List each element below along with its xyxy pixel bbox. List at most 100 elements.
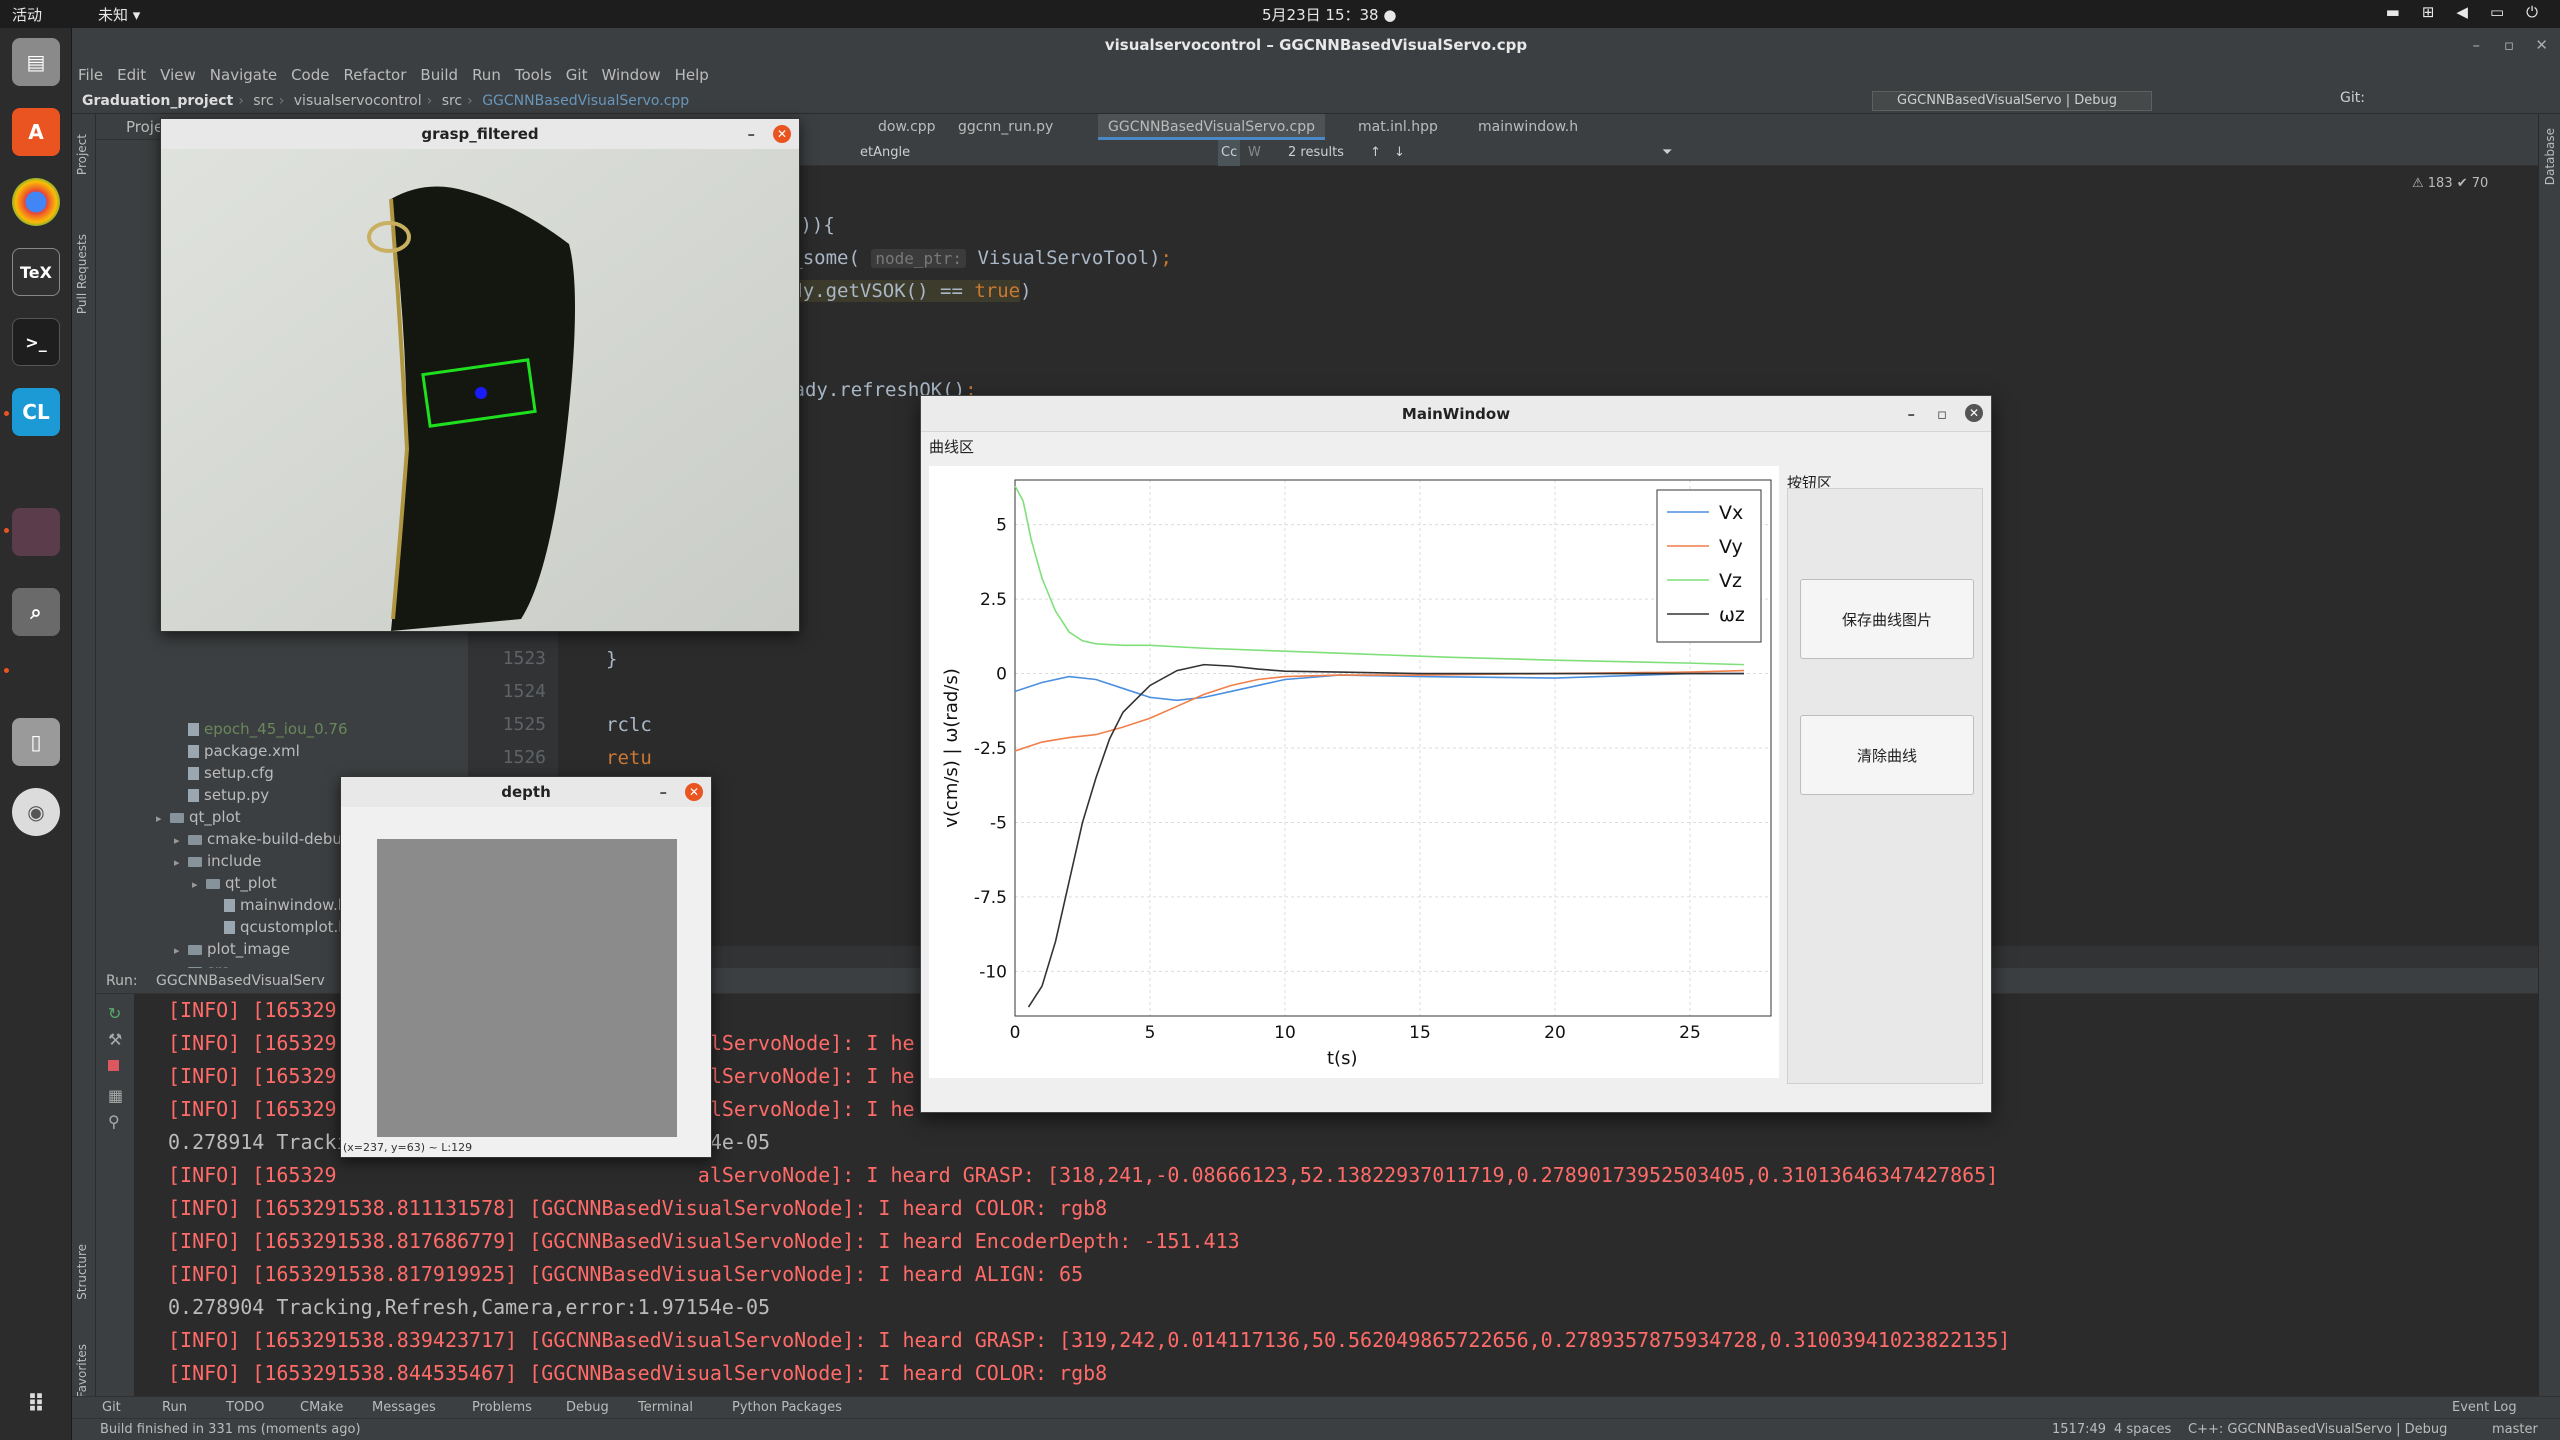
minimize-icon[interactable]: – — [1908, 396, 1916, 432]
minimize-icon[interactable]: – — [2473, 28, 2481, 62]
pin-icon[interactable]: ⚲ — [108, 1112, 120, 1131]
menu-navigate[interactable]: Navigate — [210, 62, 277, 88]
save-curve-image-button[interactable]: 保存曲线图片 — [1800, 579, 1974, 659]
tool-tab-run[interactable]: Run — [162, 1397, 187, 1419]
tab-window-cpp[interactable]: dow.cpp — [868, 114, 946, 140]
tree-expand-icon[interactable]: ▸ — [156, 808, 170, 830]
database-tool-button[interactable]: Database — [2543, 128, 2557, 185]
words-toggle[interactable]: W — [1248, 140, 1261, 166]
close-icon[interactable]: ✕ — [1965, 404, 1983, 422]
search-icon[interactable]: ⌕ — [12, 588, 60, 636]
inspection-widget[interactable]: ⚠ 183 ✔ 70 — [2412, 176, 2488, 191]
plot-area[interactable]: 0 5 10 15 20 25 5 2.5 0 -2.5 -5 -7.5 -10 t(s) v(cm/s… — [929, 466, 1779, 1078]
tool-tab-todo[interactable]: TODO — [226, 1397, 264, 1419]
tab-ggcnnbasedvisualservo-cpp[interactable]: GGCNNBasedVisualServo.cpp — [1098, 114, 1325, 140]
tree-expand-icon[interactable]: ▸ — [174, 852, 188, 874]
git-branch[interactable]: master — [2492, 1419, 2538, 1440]
menu-edit[interactable]: Edit — [117, 62, 146, 88]
menu-git[interactable]: Git — [566, 62, 588, 88]
pull-requests-tool-button[interactable]: Pull Requests — [75, 234, 89, 314]
network-icon[interactable]: ⊞ — [2422, 3, 2435, 21]
close-icon[interactable]: ✕ — [2535, 28, 2548, 62]
menu-help[interactable]: Help — [675, 62, 709, 88]
system-tray[interactable]: ▬ ⊞ ◀ ▭ ⏻ — [2386, 3, 2538, 21]
chrome-icon[interactable] — [12, 178, 60, 226]
minimize-icon[interactable]: – — [660, 777, 668, 807]
breadcrumb-src2[interactable]: src — [442, 93, 462, 109]
clock[interactable]: 5月23日 15：38 ● — [1262, 4, 1396, 25]
stop-icon[interactable] — [108, 1060, 119, 1071]
menu-window[interactable]: Window — [601, 62, 660, 88]
tree-folder[interactable]: ▸ cmake-build-debug — [174, 828, 351, 850]
tree-file[interactable]: epoch_45_iou_0.76 — [174, 718, 348, 740]
power-icon[interactable]: ⏻ — [2526, 3, 2538, 21]
tree-expand-icon[interactable]: ▸ — [174, 830, 188, 852]
tab-mat-inl-hpp[interactable]: mat.inl.hpp — [1348, 114, 1448, 140]
build-status[interactable]: Build finished in 331 ms (moments ago) — [100, 1419, 361, 1440]
depth-image[interactable] — [377, 839, 677, 1137]
menu-tools[interactable]: Tools — [515, 62, 552, 88]
tool-tab-event-log[interactable]: Event Log — [2452, 1397, 2517, 1419]
show-apps-icon[interactable]: ⠿ — [12, 1380, 60, 1428]
texmaker-icon[interactable]: TeX — [12, 248, 60, 296]
disc-icon[interactable]: ◉ — [12, 788, 60, 836]
tool-tab-problems[interactable]: Problems — [472, 1397, 532, 1419]
wrench-icon[interactable]: ⚒ — [108, 1030, 122, 1049]
tree-file[interactable]: mainwindow.h — [210, 894, 347, 916]
activities-button[interactable]: 活动 — [12, 4, 42, 25]
prev-occurrence-icon[interactable]: ↑ — [1370, 140, 1381, 166]
maximize-icon[interactable]: ▫ — [2504, 28, 2514, 62]
tree-folder[interactable]: ▸ qt_plot — [192, 872, 277, 894]
breadcrumb-package[interactable]: visualservocontrol — [294, 93, 422, 109]
tree-file[interactable]: package.xml — [174, 740, 300, 762]
menu-code[interactable]: Code — [291, 62, 329, 88]
layout-icon[interactable]: ▦ — [108, 1086, 123, 1105]
tree-expand-icon[interactable]: ▸ — [192, 874, 206, 896]
tree-expand-icon[interactable]: ▸ — [174, 940, 188, 962]
next-occurrence-icon[interactable]: ↓ — [1394, 140, 1405, 166]
breadcrumb-file[interactable]: GGCNNBasedVisualServo.cpp — [482, 93, 689, 109]
structure-tool-button[interactable]: Structure — [75, 1244, 89, 1300]
tool-tab-terminal[interactable]: Terminal — [638, 1397, 693, 1419]
tree-file[interactable]: setup.cfg — [174, 762, 274, 784]
maximize-icon[interactable]: ▫ — [1937, 396, 1947, 432]
active-app-icon[interactable] — [12, 508, 60, 556]
minimize-icon[interactable]: – — [748, 119, 756, 149]
caret-position[interactable]: 1517:49 — [2052, 1419, 2106, 1440]
tool-tab-python-packages[interactable]: Python Packages — [732, 1397, 842, 1419]
tab-mainwindow-h[interactable]: mainwindow.h — [1468, 114, 1588, 140]
tree-folder[interactable]: ▸ include — [174, 850, 261, 872]
tool-tab-debug[interactable]: Debug — [566, 1397, 609, 1419]
match-case-toggle[interactable]: Cc — [1218, 140, 1241, 166]
indent-setting[interactable]: 4 spaces — [2114, 1419, 2171, 1440]
clear-curve-button[interactable]: 清除曲线 — [1800, 715, 1974, 795]
breadcrumb-src[interactable]: src — [253, 93, 273, 109]
close-icon[interactable]: ✕ — [685, 783, 703, 801]
tool-tab-messages[interactable]: Messages — [372, 1397, 436, 1419]
velocity-chart[interactable]: 0 5 10 15 20 25 5 2.5 0 -2.5 -5 -7.5 -10 t(s) v(cm/s… — [929, 466, 1779, 1078]
find-input[interactable]: etAngle — [860, 140, 910, 166]
menu-refactor[interactable]: Refactor — [343, 62, 406, 88]
rerun-icon[interactable]: ↻ — [108, 1004, 121, 1023]
breadcrumb-project[interactable]: Graduation_project — [82, 93, 233, 109]
battery-icon[interactable]: ▭ — [2490, 3, 2504, 21]
tool-tab-cmake[interactable]: CMake — [300, 1397, 343, 1419]
software-center-icon[interactable]: A — [12, 108, 60, 156]
close-icon[interactable]: ✕ — [773, 125, 791, 143]
run-tab[interactable]: GGCNNBasedVisualServ — [156, 973, 325, 989]
terminal-icon[interactable]: >_ — [12, 318, 60, 366]
files-icon[interactable]: ▤ — [12, 38, 60, 86]
volume-icon[interactable]: ◀ — [2456, 3, 2468, 21]
menu-run[interactable]: Run — [472, 62, 501, 88]
keyboard-icon[interactable]: ▬ — [2386, 3, 2400, 21]
tab-ggcnn-run-py[interactable]: ggcnn_run.py — [948, 114, 1063, 140]
tree-folder[interactable]: ▸ qt_plot — [156, 806, 241, 828]
drive-icon[interactable]: ▯ — [12, 718, 60, 766]
tree-file[interactable]: qcustomplot.h — [210, 916, 348, 938]
run-configuration-select[interactable]: GGCNNBasedVisualServo | Debug — [1872, 91, 2152, 111]
menu-build[interactable]: Build — [420, 62, 458, 88]
project-tool-button[interactable]: Project — [75, 134, 89, 175]
clion-icon[interactable]: CL — [12, 388, 60, 436]
filter-icon[interactable]: ⏷ — [1662, 140, 1672, 166]
tool-tab-git[interactable]: Git — [102, 1397, 121, 1419]
